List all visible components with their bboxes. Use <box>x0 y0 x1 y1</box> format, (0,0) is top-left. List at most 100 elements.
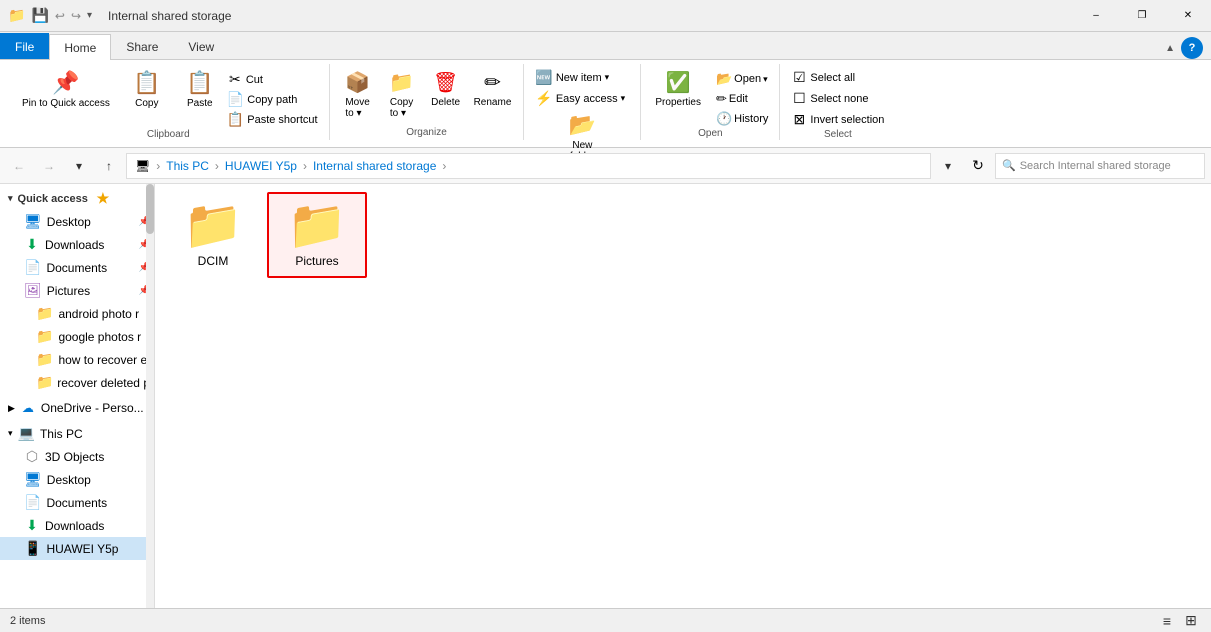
close-button[interactable]: ✕ <box>1165 0 1211 32</box>
move-to-button[interactable]: 📦 Moveto ▾ <box>338 68 378 121</box>
app-icon: 📁 <box>8 7 25 24</box>
invert-selection-icon: ⊠ <box>791 111 807 128</box>
paste-button[interactable]: 📋 Paste <box>178 68 222 111</box>
pin-icon: 📌 <box>52 70 79 96</box>
select-none-icon: ☐ <box>791 90 807 107</box>
sidebar-quick-access-header[interactable]: ▾ Quick access ★ <box>0 184 154 210</box>
search-box[interactable]: 🔍 Search Internal shared storage <box>995 153 1205 179</box>
sidebar-item-documents-quick[interactable]: 📄 Documents 📌 <box>0 256 154 279</box>
path-storage[interactable]: Internal shared storage <box>313 159 436 173</box>
copy-path-button[interactable]: 📄 Copy path <box>224 90 321 109</box>
select-all-icon: ☑ <box>791 69 807 86</box>
edit-button[interactable]: ✏ Edit <box>713 90 771 108</box>
sidebar-item-downloads-quick[interactable]: ⬇ Downloads 📌 <box>0 233 154 256</box>
folder-pictures[interactable]: 📁 Pictures <box>267 192 367 278</box>
minimize-ribbon-button[interactable]: ▲ <box>1165 43 1175 54</box>
file-area[interactable]: 📁 DCIM 📁 Pictures <box>155 184 1211 608</box>
select-group: ☑ Select all ☐ Select none ⊠ Invert sele… <box>780 64 895 140</box>
rename-button[interactable]: ✏ Rename <box>470 68 516 110</box>
path-this-pc[interactable]: This PC <box>166 159 209 173</box>
sidebar-item-label: This PC <box>40 427 83 441</box>
path-device[interactable]: HUAWEI Y5p <box>225 159 297 173</box>
delete-button[interactable]: 🗑 Delete <box>426 68 466 110</box>
invert-selection-button[interactable]: ⊠ Invert selection <box>788 110 887 129</box>
pin-label: Pin to Quick access <box>22 98 110 109</box>
sidebar-item-huawei[interactable]: 📱 HUAWEI Y5p <box>0 537 154 560</box>
documents-icon: 📄 <box>24 494 41 511</box>
new-item-icon: 🆕 <box>535 69 552 86</box>
copy-path-label: Copy path <box>247 94 297 106</box>
new-item-button[interactable]: 🆕 New item ▾ <box>532 68 632 87</box>
sidebar-item-downloads-pc[interactable]: ⬇ Downloads <box>0 514 154 537</box>
quick-access-redo[interactable]: ↪ <box>71 9 81 23</box>
help-button[interactable]: ? <box>1181 37 1203 59</box>
cut-button[interactable]: ✂ Cut <box>224 70 321 89</box>
downloads-icon: ⬇ <box>24 517 40 534</box>
scrollbar-thumb[interactable] <box>146 184 154 234</box>
recent-locations-button[interactable]: ▾ <box>66 153 92 179</box>
main-area: ▾ Quick access ★ 🖥 Desktop 📌 ⬇ Downloads… <box>0 184 1211 608</box>
quick-access-save[interactable]: 💾 <box>31 7 48 24</box>
easy-access-button[interactable]: ⚡ Easy access ▾ <box>532 89 632 108</box>
quick-access-undo[interactable]: ↩ <box>55 9 65 23</box>
sidebar-item-label: Downloads <box>45 519 104 533</box>
back-button[interactable]: ← <box>6 153 32 179</box>
history-button[interactable]: 🕐 History <box>713 110 771 128</box>
scrollbar-track[interactable] <box>146 184 154 608</box>
minimize-button[interactable]: – <box>1073 0 1119 32</box>
restore-button[interactable]: ❐ <box>1119 0 1165 32</box>
easy-access-icon: ⚡ <box>535 90 552 107</box>
open-button[interactable]: 📂 Open ▾ <box>713 70 771 88</box>
open-group-label: Open <box>698 128 722 141</box>
pin-to-quick-access-button[interactable]: 📌 Pin to Quick access <box>16 68 116 111</box>
folder-icon: 📁 <box>36 351 53 368</box>
copy-to-icon: 📁 <box>389 70 414 95</box>
new-item-label: New item <box>556 72 602 84</box>
up-button[interactable]: ↑ <box>96 153 122 179</box>
properties-button[interactable]: ✅ Properties <box>649 68 707 110</box>
search-placeholder: Search Internal shared storage <box>1020 160 1171 172</box>
select-all-button[interactable]: ☑ Select all <box>788 68 868 87</box>
sidebar-item-this-pc-header[interactable]: ▾ 💻 This PC <box>0 422 154 445</box>
sidebar-item-google-photos[interactable]: 📁 google photos r <box>0 325 154 348</box>
sidebar-item-android-photo[interactable]: 📁 android photo r <box>0 302 154 325</box>
sidebar-item-label: Pictures <box>47 284 90 298</box>
tab-file[interactable]: File <box>0 33 49 59</box>
clipboard-label: Clipboard <box>147 129 190 142</box>
sidebar-item-onedrive[interactable]: ▶ ☁ OneDrive - Perso... <box>0 398 154 418</box>
large-icons-view-button[interactable]: ⊞ <box>1181 611 1201 631</box>
forward-button[interactable]: → <box>36 153 62 179</box>
folder-pictures-icon: 📁 <box>287 202 347 250</box>
sidebar-item-recover-deleted[interactable]: 📁 recover deleted p <box>0 371 154 394</box>
paste-shortcut-button[interactable]: 📋 Paste shortcut <box>224 110 321 129</box>
downloads-icon: ⬇ <box>24 236 40 253</box>
open-group: ✅ Properties 📂 Open ▾ ✏ Edit 🕐 <box>641 64 780 140</box>
folder-icon: 📁 <box>36 374 52 391</box>
sidebar-item-label: recover deleted p <box>57 376 150 390</box>
sidebar-item-label: Desktop <box>47 473 91 487</box>
path-dropdown-button[interactable]: ▾ <box>935 153 961 179</box>
sidebar-item-desktop-pc[interactable]: 🖥 Desktop <box>0 468 154 491</box>
tab-view[interactable]: View <box>173 33 229 59</box>
paste-shortcut-label: Paste shortcut <box>247 114 317 126</box>
copy-to-button[interactable]: 📁 Copyto ▾ <box>382 68 422 121</box>
tab-share[interactable]: Share <box>111 33 173 59</box>
copy-button[interactable]: 📋 Copy <box>125 68 169 111</box>
sidebar-item-pictures-quick[interactable]: 🖼 Pictures 📌 <box>0 279 154 302</box>
sidebar-item-label: how to recover e <box>58 353 147 367</box>
documents-icon: 📄 <box>24 259 41 276</box>
sidebar-item-3d-objects[interactable]: ⬡ 3D Objects <box>0 445 154 468</box>
sidebar-item-documents-pc[interactable]: 📄 Documents <box>0 491 154 514</box>
select-none-button[interactable]: ☐ Select none <box>788 89 871 108</box>
sidebar-item-how-to-recover[interactable]: 📁 how to recover e <box>0 348 154 371</box>
computer-icon: 💻 <box>18 425 35 442</box>
quick-access-customize[interactable]: ▾ <box>87 10 92 21</box>
sidebar-item-desktop-quick[interactable]: 🖥 Desktop 📌 <box>0 210 154 233</box>
organize-group: 📦 Moveto ▾ 📁 Copyto ▾ 🗑 Delete ✏ Rename … <box>330 64 525 140</box>
copy-to-label: Copyto ▾ <box>390 97 413 119</box>
refresh-button[interactable]: ↻ <box>965 153 991 179</box>
address-path[interactable]: 🖥 › This PC › HUAWEI Y5p › Internal shar… <box>126 153 931 179</box>
details-view-button[interactable]: ≡ <box>1157 611 1177 631</box>
folder-dcim[interactable]: 📁 DCIM <box>163 192 263 278</box>
tab-home[interactable]: Home <box>49 34 111 60</box>
